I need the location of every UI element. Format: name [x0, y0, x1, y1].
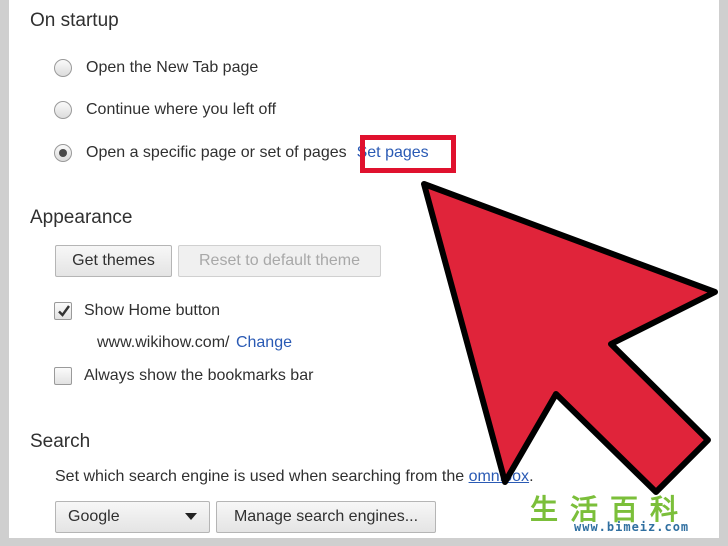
red-arrow-pointer-icon [421, 181, 718, 495]
bottom-frame-edge [0, 538, 728, 546]
site-watermark-logo: 生活百科 www.bimeiz.com [522, 486, 720, 536]
watermark-url: www.bimeiz.com [574, 520, 690, 534]
